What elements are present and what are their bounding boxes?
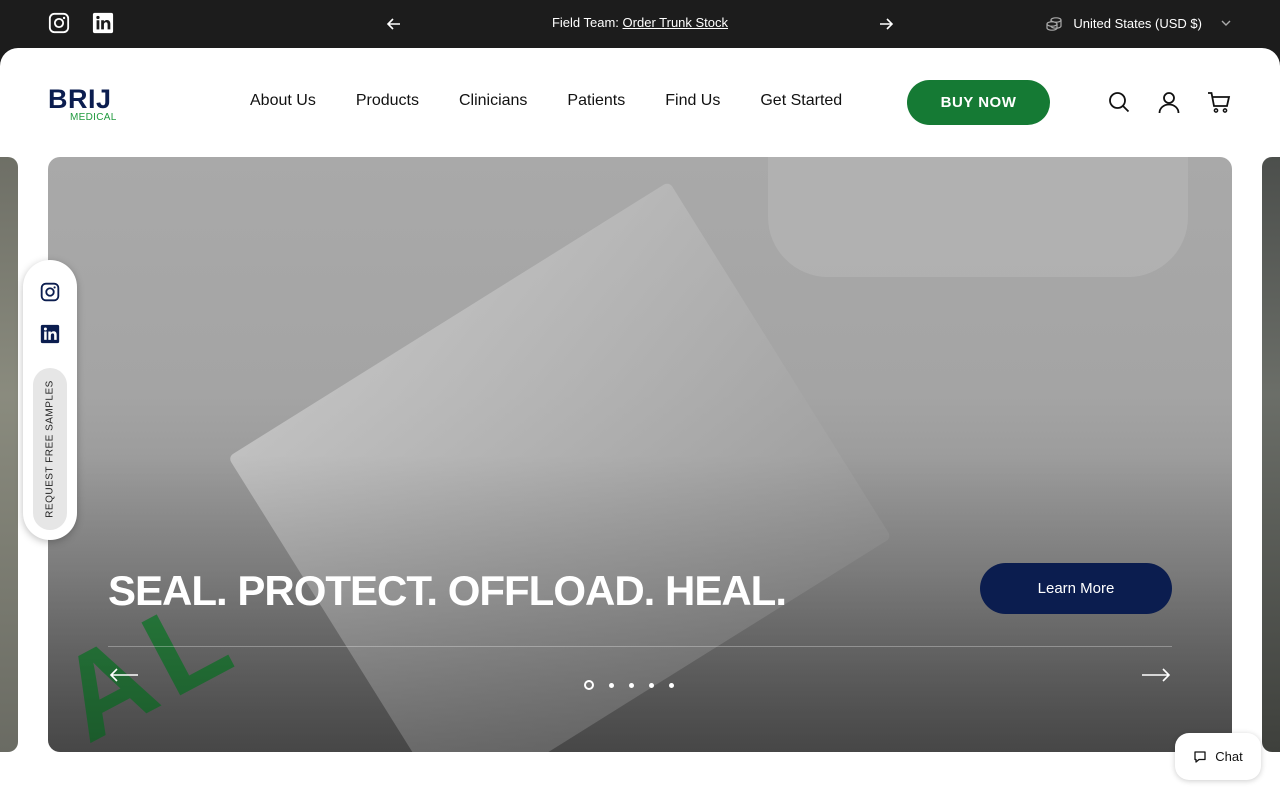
nav-find-us[interactable]: Find Us xyxy=(665,92,720,110)
slide-dot-3[interactable] xyxy=(629,682,634,688)
currency-label: United States (USD $) xyxy=(1073,15,1202,31)
nav-get-started[interactable]: Get Started xyxy=(760,92,842,110)
chat-icon xyxy=(1193,750,1207,764)
slide-dot-2[interactable] xyxy=(609,682,614,688)
arrow-left-icon xyxy=(109,668,138,682)
linkedin-icon[interactable] xyxy=(40,324,60,344)
nav-products[interactable]: Products xyxy=(356,92,419,110)
cart-icon[interactable] xyxy=(1207,90,1231,114)
hero-overlay xyxy=(48,157,1232,752)
announcement-prefix: Field Team: xyxy=(551,15,619,30)
slide-dot-1[interactable] xyxy=(584,680,594,690)
request-free-samples-button[interactable]: REQUEST FREE SAMPLES xyxy=(33,368,67,530)
hero-next-button[interactable] xyxy=(1140,665,1172,685)
learn-more-button[interactable]: Learn More xyxy=(980,563,1172,614)
arrow-right-icon xyxy=(1142,668,1171,682)
currency-selector[interactable]: United States (USD $) xyxy=(1045,14,1232,32)
main-nav: About Us Products Clinicians Patients Fi… xyxy=(250,92,842,110)
floating-side-widget: REQUEST FREE SAMPLES xyxy=(23,260,77,540)
logo-main: BRIJ xyxy=(48,84,112,114)
hero-prev-button[interactable] xyxy=(108,665,140,685)
currency-icon xyxy=(1045,14,1063,32)
request-free-samples-label: REQUEST FREE SAMPLES xyxy=(44,380,56,518)
nav-about-us[interactable]: About Us xyxy=(250,92,316,110)
slide-dot-5[interactable] xyxy=(669,682,674,688)
chat-button[interactable]: Chat xyxy=(1175,733,1261,780)
announcement-bar: Field Team: Order Trunk Stock United Sta… xyxy=(0,0,1280,48)
hero-divider xyxy=(108,646,1172,647)
instagram-icon[interactable] xyxy=(40,282,60,302)
site-header: BRIJ MEDICAL About Us Products Clinician… xyxy=(0,48,1280,800)
chevron-down-icon xyxy=(1220,17,1232,29)
chat-label: Chat xyxy=(1215,749,1243,764)
order-trunk-stock-link[interactable]: Order Trunk Stock xyxy=(623,15,728,30)
nav-clinicians[interactable]: Clinicians xyxy=(459,92,527,110)
announcement-next-button[interactable] xyxy=(876,14,896,34)
account-icon[interactable] xyxy=(1157,90,1181,114)
search-icon[interactable] xyxy=(1107,90,1131,114)
nav-patients[interactable]: Patients xyxy=(567,92,625,110)
arrow-right-icon xyxy=(880,18,894,30)
next-slide-peek xyxy=(1262,157,1280,752)
buy-now-button[interactable]: BUY NOW xyxy=(907,80,1050,125)
slide-pagination xyxy=(584,680,674,690)
logo-sub: MEDICAL xyxy=(70,112,117,123)
brand-logo[interactable]: BRIJ MEDICAL xyxy=(48,86,128,124)
hero-headline: SEAL. PROTECT. OFFLOAD. HEAL. xyxy=(108,567,787,614)
prev-slide-peek xyxy=(0,157,18,752)
hero-slider: AL SEAL. PROTECT. OFFLOAD. HEAL. Learn M… xyxy=(48,157,1232,752)
slide-dot-4[interactable] xyxy=(649,682,654,688)
